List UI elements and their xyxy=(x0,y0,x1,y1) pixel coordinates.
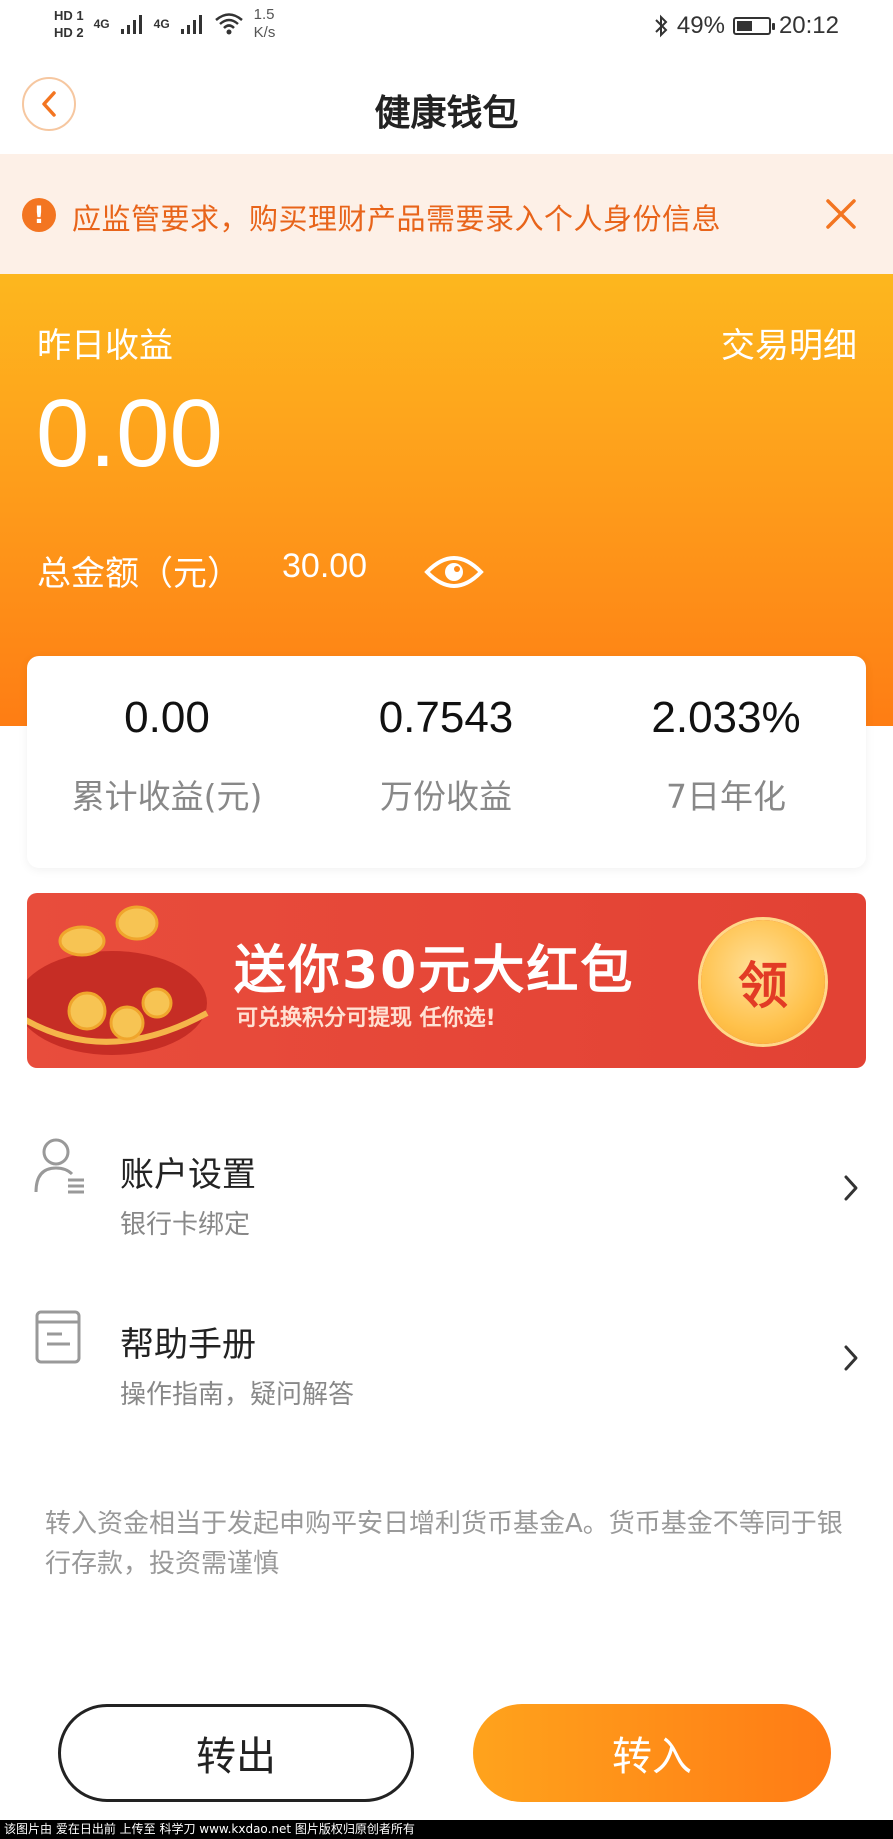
menu-item-title: 帮助手册 xyxy=(120,1325,256,1365)
eye-icon[interactable] xyxy=(424,550,484,594)
stat-value: 2.033% xyxy=(651,693,801,742)
chevron-right-icon xyxy=(844,1345,858,1371)
red-packet-illustration xyxy=(27,905,209,1055)
banner-title: 送你30元大红包 xyxy=(234,941,635,1001)
fund-disclaimer: 转入资金相当于发起申购平安日增利货币基金A。货币基金不等同于银行存款，投资需谨慎 xyxy=(45,1509,843,1579)
stat-value: 0.7543 xyxy=(378,693,514,742)
status-right: 49% 20:12 xyxy=(653,12,839,40)
status-bar: HD 1 HD 2 4G 4G 1.5 K/s 49% 20:12 xyxy=(0,0,893,56)
battery-fill xyxy=(736,21,752,31)
transfer-in-button[interactable]: 转入 xyxy=(473,1704,831,1802)
menu-item-title: 账户设置 xyxy=(120,1155,256,1195)
stat-cumulative: 0.00 累计收益(元) xyxy=(27,690,307,818)
stat-7day-yield: 2.033% 7日年化 xyxy=(586,690,866,818)
alert-icon: ! xyxy=(22,198,56,232)
speed-value: 1.5 xyxy=(253,6,275,23)
stat-per-10k: 0.7543 万份收益 xyxy=(306,690,586,818)
close-icon[interactable] xyxy=(820,193,862,235)
signal-1-icon xyxy=(120,15,142,34)
hd-indicators: HD 1 HD 2 xyxy=(54,8,84,40)
signal-2-icon xyxy=(180,15,202,34)
network-2-label: 4G xyxy=(153,17,170,31)
bluetooth-icon xyxy=(655,14,668,38)
notice-text: 应监管要求，购买理财产品需要录入个人身份信息 xyxy=(72,202,722,236)
manual-icon xyxy=(35,1310,81,1364)
hd2-badge: HD 2 xyxy=(54,25,84,40)
menu-item-subtitle: 操作指南，疑问解答 xyxy=(120,1380,355,1410)
menu-item-subtitle: 银行卡绑定 xyxy=(120,1210,251,1240)
banner-subtitle: 可兑换积分可提现 任你选! xyxy=(236,1006,496,1031)
hd1-badge: HD 1 xyxy=(54,8,84,23)
total-amount-value: 30.00 xyxy=(282,547,368,585)
page-title: 健康钱包 xyxy=(374,93,519,134)
stat-label: 7日年化 xyxy=(666,777,786,816)
wifi-icon xyxy=(214,13,243,35)
claim-button[interactable]: 领 xyxy=(701,920,825,1044)
network-1-label: 4G xyxy=(93,17,110,31)
stat-label: 累计收益(元) xyxy=(71,777,263,816)
yesterday-earnings-label: 昨日收益 xyxy=(37,326,173,366)
status-left: HD 1 HD 2 4G 4G 1.5 K/s xyxy=(54,6,275,42)
transfer-out-button[interactable]: 转出 xyxy=(58,1704,414,1802)
menu-item-account-settings[interactable]: 账户设置 银行卡绑定 xyxy=(0,1130,893,1280)
speed-unit: K/s xyxy=(253,24,276,41)
total-amount-label: 总金额（元） xyxy=(37,554,241,594)
battery-icon xyxy=(732,17,775,35)
clock: 20:12 xyxy=(778,12,839,39)
menu-item-help-manual[interactable]: 帮助手册 操作指南，疑问解答 xyxy=(0,1300,893,1450)
user-settings-icon xyxy=(34,1138,84,1194)
chevron-right-icon xyxy=(844,1175,858,1201)
network-speed: 1.5 K/s xyxy=(254,6,276,42)
watermark: 该图片由 爱在日出前 上传至 科学刀 www.kxdao.net 图片版权归原创… xyxy=(0,1820,893,1839)
stat-value: 0.00 xyxy=(124,693,210,742)
yesterday-earnings-value: 0.00 xyxy=(36,380,223,487)
battery-percent: 49% xyxy=(676,12,725,39)
transaction-details-link[interactable]: 交易明细 xyxy=(721,318,857,367)
stat-label: 万份收益 xyxy=(380,777,512,816)
